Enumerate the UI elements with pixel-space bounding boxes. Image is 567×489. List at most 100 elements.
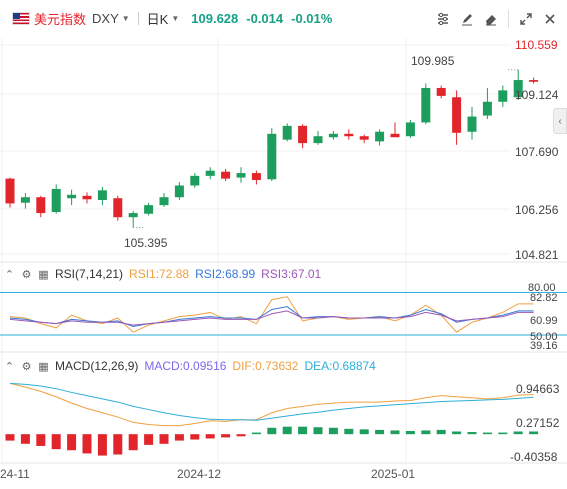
collapse-icon[interactable]: ⌃ [4, 360, 15, 373]
price-axis-label: 104.821 [515, 248, 559, 262]
macd-legend: ⌃ ⚙ ▦ MACD(12,26,9) MACD:0.09516 DIF:0.7… [4, 359, 376, 373]
gear-icon[interactable]: ⚙ [21, 268, 32, 281]
candle-body [467, 116, 477, 132]
macd-bar [298, 426, 308, 435]
candle-body [174, 185, 184, 198]
rsi3-value: RSI3:67.01 [261, 267, 322, 281]
x-axis-label: 2025-01 [371, 467, 416, 481]
candle-body [529, 80, 539, 82]
candle-body [82, 195, 92, 200]
rsi-line-3 [9, 310, 534, 326]
macd-bar [482, 432, 492, 435]
macd-bar [375, 429, 385, 435]
candle-body [313, 136, 323, 144]
macd-bar [174, 434, 184, 441]
candle-body [390, 133, 400, 138]
macd-bar [144, 434, 154, 445]
gear-icon[interactable]: ⚙ [21, 360, 32, 373]
macd-bar [221, 434, 231, 438]
macd-axis-label: -0.40358 [510, 450, 558, 464]
rsi-line-2 [9, 306, 534, 328]
macd-bar [452, 431, 462, 435]
macd-bar [344, 428, 354, 435]
candle-body [482, 101, 492, 116]
macd-bar [97, 434, 107, 456]
candle-body [221, 171, 231, 179]
macd-bar [113, 434, 123, 455]
macd-bar [159, 434, 169, 444]
candle-body [359, 136, 369, 140]
macd-bar [313, 427, 323, 435]
macd-bar [82, 434, 92, 454]
dif-value: DIF:0.73632 [232, 359, 299, 373]
macd-bar [128, 434, 138, 451]
macd-title[interactable]: MACD(12,26,9) [55, 359, 138, 373]
candle-body [282, 125, 292, 140]
macd-value: MACD:0.09516 [144, 359, 227, 373]
candle-body [405, 122, 415, 137]
candle-body [421, 87, 431, 123]
macd-bar [390, 430, 400, 435]
candle-body [67, 194, 77, 199]
high-annotation: 109.985 [411, 54, 455, 68]
candle-body [51, 188, 61, 213]
candle-body [344, 133, 354, 137]
candle-body [436, 87, 446, 96]
macd-bar [282, 426, 292, 435]
candle-body [5, 178, 15, 204]
candle-body [190, 175, 200, 186]
chevron-left-icon: ‹ [558, 115, 562, 127]
macd-bar [20, 434, 30, 444]
candle-body [236, 173, 246, 178]
x-axis-label: 24-11 [0, 467, 30, 481]
candle-body [298, 125, 308, 144]
price-axis-label: 109.124 [515, 88, 559, 102]
candle-body [205, 170, 215, 176]
dif-line [9, 382, 534, 427]
macd-bar [67, 434, 77, 451]
macd-bar [467, 432, 477, 435]
macd-bar [513, 431, 523, 435]
candle-body [159, 197, 169, 206]
indicator-icon: ▦ [38, 268, 49, 281]
macd-bar [267, 427, 277, 435]
price-axis-label: 107.690 [515, 145, 559, 159]
price-axis-label: 106.256 [515, 203, 559, 217]
rsi1-value: RSI1:72.88 [129, 267, 190, 281]
candle-body [498, 90, 508, 102]
macd-bar [190, 434, 200, 440]
macd-bar [359, 429, 369, 435]
x-axis-label: 2024-12 [177, 467, 222, 481]
candle-body [452, 97, 462, 133]
side-panel-collapse-button[interactable]: ‹ [553, 108, 567, 134]
candle-body [97, 190, 107, 200]
indicator-icon: ▦ [38, 360, 49, 373]
candle-body [113, 198, 123, 218]
rsi-axis-label: 82.82 [530, 292, 558, 304]
macd-axis-label: 0.94663 [516, 382, 560, 396]
chart-canvas[interactable] [0, 0, 567, 489]
macd-bar [251, 432, 261, 435]
rsi-axis-label: 60.99 [530, 315, 558, 327]
price-axis-label-high: 110.559 [515, 38, 558, 52]
dea-value: DEA:0.68874 [304, 359, 376, 373]
rsi-line-1 [9, 296, 534, 333]
rsi-axis-label: 39.16 [530, 340, 558, 352]
candle-body [328, 133, 338, 138]
candle-body [144, 205, 154, 214]
candle-body [20, 197, 30, 203]
low-annotation: 105.395 [124, 236, 168, 250]
macd-bar [36, 434, 46, 446]
rsi-title[interactable]: RSI(7,14,21) [55, 267, 123, 281]
candle-body [36, 197, 46, 214]
macd-bar [421, 430, 431, 435]
rsi2-value: RSI2:68.99 [195, 267, 256, 281]
macd-bar [205, 434, 215, 439]
macd-bar [51, 434, 61, 450]
collapse-icon[interactable]: ⌃ [4, 268, 15, 281]
candle-body [251, 173, 261, 180]
macd-bar [236, 434, 246, 437]
candle-body [267, 133, 277, 180]
candle-body [375, 131, 385, 142]
macd-axis-label: 0.27152 [516, 416, 560, 430]
